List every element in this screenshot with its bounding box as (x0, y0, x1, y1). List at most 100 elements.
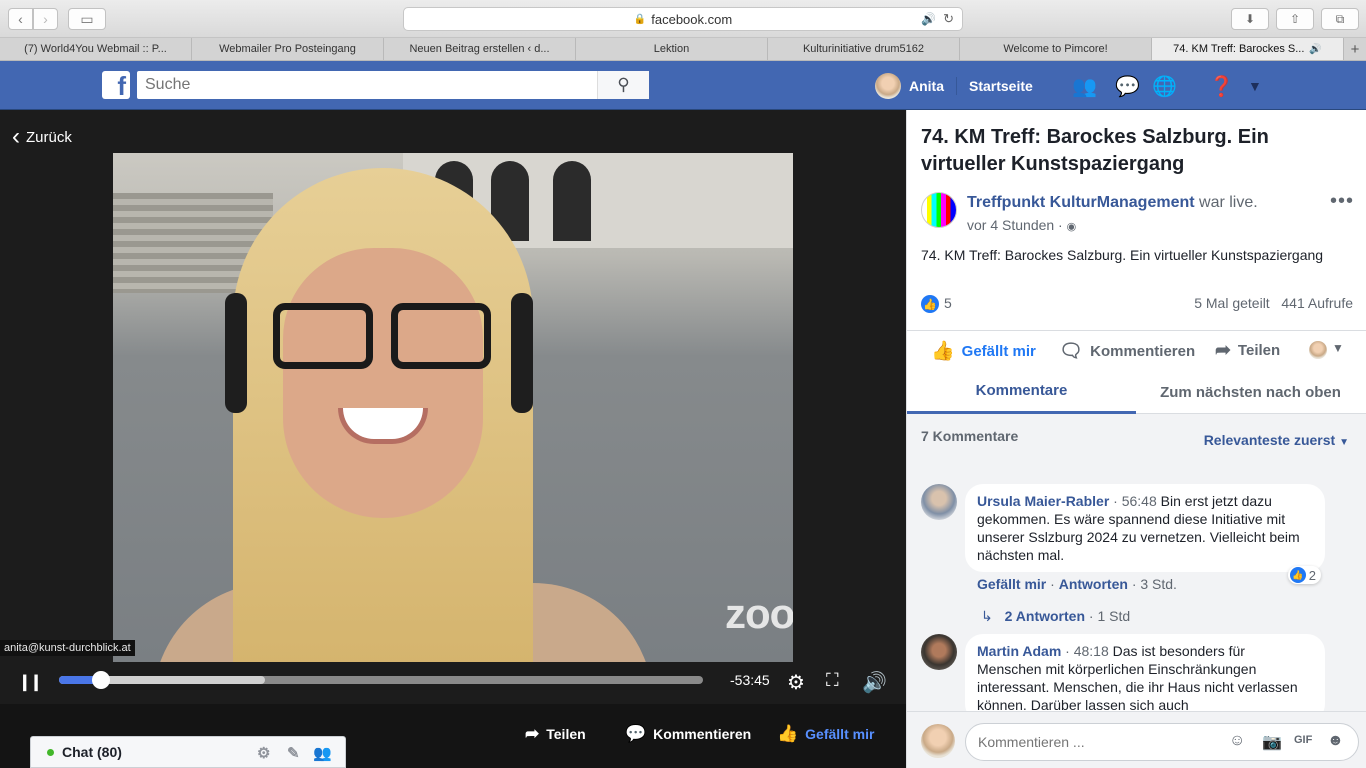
live-status: war live. (1199, 194, 1258, 211)
facebook-header: f ⚲ Anita Startseite 👥 💬 🌐 ❓ ▼ (0, 61, 1366, 110)
comment-meta: Gefällt mir · Antworten · 3 Std. (977, 576, 1177, 592)
share-button[interactable]: ➦ Teilen (1215, 339, 1280, 362)
browser-toolbar: ‹ › ▭ 🔒 facebook.com 🔊 ↻ ⬇ ⇧ ⧉ (0, 0, 1366, 38)
search-input[interactable] (137, 71, 649, 99)
video-share-button[interactable]: ➦ Teilen (525, 724, 586, 744)
forward-button[interactable]: › (33, 8, 58, 30)
comment-author[interactable]: Ursula Maier-Rabler (977, 493, 1109, 509)
chevron-left-icon: ‹ (12, 123, 20, 150)
profile-link[interactable]: Anita (875, 73, 944, 99)
fullscreen-icon[interactable]: ⛶ (826, 670, 839, 691)
share-button[interactable]: ⇧ (1276, 8, 1314, 30)
video-person-glasses (273, 303, 498, 373)
download-icon: ⬇ (1244, 12, 1256, 26)
share-arrow-icon: ➦ (1215, 340, 1231, 361)
tab-lektion[interactable]: Lektion (576, 38, 768, 60)
avatar (875, 73, 901, 99)
comment-bubble: Ursula Maier-Rabler · 56:48 Bin erst jet… (965, 484, 1325, 572)
sort-dropdown[interactable]: Relevanteste zuerst ▼ (1204, 432, 1349, 448)
comment-author[interactable]: Martin Adam (977, 643, 1061, 659)
caret-down-icon[interactable]: ▼ (1248, 78, 1262, 94)
settings-gear-icon[interactable]: ⚙ (787, 670, 805, 695)
progress-knob[interactable] (91, 671, 110, 689)
tab-kulturinitiative[interactable]: Kulturinitiative drum5162 (768, 38, 960, 60)
plus-icon: + (1350, 40, 1360, 58)
comment-timestamp[interactable]: · 56:48 (1113, 493, 1157, 509)
view-replies[interactable]: ↳ 2 Antworten · 1 Std (981, 608, 1130, 625)
share-count[interactable]: 5 Mal geteilt (1194, 295, 1269, 311)
tabs-overview-button[interactable]: ⧉ (1321, 8, 1359, 30)
video-like-button[interactable]: 👍 Gefällt mir (777, 724, 874, 744)
progress-bar[interactable] (59, 671, 703, 689)
gif-icon[interactable]: GIF (1294, 734, 1312, 746)
video-comment-button[interactable]: 💬 Kommentieren (625, 724, 751, 744)
pause-button[interactable]: ❙❙ (18, 672, 43, 692)
volume-icon[interactable]: 🔊 (862, 670, 887, 695)
pause-icon: ❙❙ (18, 674, 43, 691)
list-item: Ursula Maier-Rabler · 56:48 Bin erst jet… (921, 484, 1353, 634)
tab-bar: (7) World4You Webmail :: P... Webmailer … (0, 38, 1366, 61)
friends-icon[interactable]: 👥 (1072, 74, 1097, 99)
chat-tab[interactable]: Chat (80) ⚙ ✎ 👥 (30, 736, 346, 768)
search-button[interactable]: ⚲ (597, 71, 649, 99)
tab-pimcore[interactable]: Welcome to Pimcore! (960, 38, 1152, 60)
home-link[interactable]: Startseite (969, 78, 1033, 94)
group-icon[interactable]: 👥 (313, 744, 332, 762)
like-reaction-icon[interactable]: 👍 (921, 295, 939, 314)
like-button[interactable]: 👍 Gefällt mir (931, 339, 1036, 363)
comment-timestamp[interactable]: · 48:18 (1065, 643, 1109, 659)
user-name: Anita (909, 78, 944, 94)
notifications-globe-icon[interactable]: 🌐 (1152, 74, 1177, 99)
avatar (921, 724, 955, 758)
reload-icon[interactable]: ↻ (943, 11, 954, 27)
list-item: Martin Adam · 48:18 Das ist besonders fü… (921, 634, 1353, 711)
comment-reactions[interactable]: 👍 2 (1287, 566, 1321, 584)
emoji-icon[interactable]: ☺ (1229, 732, 1245, 750)
like-reaction-icon: 👍 (1289, 567, 1306, 583)
chevron-right-icon: › (43, 11, 48, 27)
caret-down-icon[interactable]: ▼ (1332, 341, 1344, 355)
more-options-icon[interactable]: ••• (1330, 190, 1354, 213)
like-count[interactable]: 5 (944, 295, 952, 311)
comment-composer: ☺ 📷 GIF ☻ (907, 711, 1366, 768)
comment-bubble: Martin Adam · 48:18 Das ist besonders fü… (965, 634, 1325, 711)
time-remaining: -53:45 (730, 672, 770, 688)
back-button[interactable]: ‹ (8, 8, 33, 30)
video-controls: ❙❙ -53:45 ⚙ ⛶ 🔊 (0, 662, 906, 704)
comment-like-link[interactable]: Gefällt mir (977, 576, 1046, 592)
speaker-icon[interactable]: 🔊 (1309, 44, 1321, 55)
comment-button[interactable]: 🗨 Kommentieren (1059, 339, 1195, 363)
comment-icon: 🗨 (1059, 341, 1084, 362)
tab-webmail[interactable]: (7) World4You Webmail :: P... (0, 38, 192, 60)
avatar[interactable] (921, 634, 957, 670)
speaker-icon[interactable]: 🔊 (921, 12, 936, 26)
messenger-icon[interactable]: 💬 (1115, 74, 1140, 99)
downloads-button[interactable]: ⬇ (1231, 8, 1269, 30)
url-text: facebook.com (651, 11, 733, 27)
settings-gear-icon[interactable]: ⚙ (257, 744, 270, 762)
avatar[interactable] (1309, 341, 1327, 359)
avatar[interactable] (921, 484, 957, 520)
tab-top-comments[interactable]: Zum nächsten nach oben (1136, 370, 1365, 414)
sidebar-toggle-button[interactable]: ▭ (68, 8, 106, 30)
comment-reply-link[interactable]: Antworten (1059, 576, 1128, 592)
back-link[interactable]: ‹ Zurück (12, 125, 72, 149)
sticker-icon[interactable]: ☻ (1327, 732, 1344, 750)
compose-icon[interactable]: ✎ (287, 744, 300, 762)
video-player[interactable]: zoom (113, 153, 793, 662)
address-bar[interactable]: 🔒 facebook.com 🔊 ↻ (403, 7, 963, 31)
new-tab-button[interactable]: + (1344, 38, 1366, 60)
share-arrow-icon: ➦ (525, 724, 540, 743)
tab-km-treff[interactable]: 74. KM Treff: Barockes S... 🔊 (1152, 38, 1344, 60)
tab-comments[interactable]: Kommentare (907, 370, 1136, 414)
post-sidebar: 74. KM Treff: Barockes Salzburg. Ein vir… (906, 110, 1366, 768)
page-name-link[interactable]: Treffpunkt KulturManagement (967, 194, 1195, 211)
help-icon[interactable]: ❓ (1209, 74, 1234, 99)
facebook-logo[interactable]: f (102, 71, 130, 99)
camera-icon[interactable]: 📷 (1262, 732, 1282, 752)
page-avatar[interactable] (921, 192, 957, 228)
tab-webmailer-pro[interactable]: Webmailer Pro Posteingang (192, 38, 384, 60)
video-person-face (283, 248, 483, 518)
tab-new-post[interactable]: Neuen Beitrag erstellen ‹ d... (384, 38, 576, 60)
lock-icon: 🔒 (633, 13, 647, 25)
